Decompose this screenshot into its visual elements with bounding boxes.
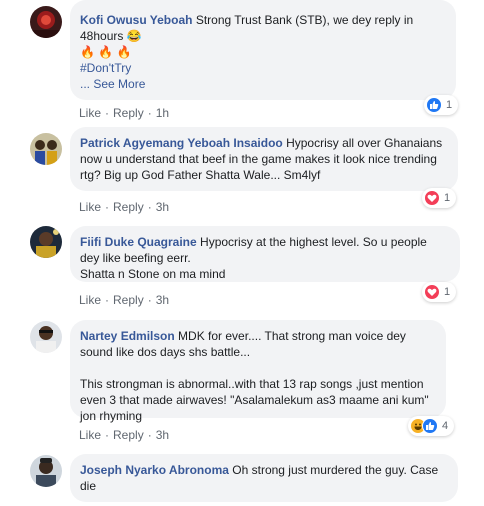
comment-time[interactable]: 3h [156,200,169,214]
reaction-summary[interactable]: 4 [408,416,455,436]
avatar[interactable] [30,6,62,38]
avatar[interactable] [30,226,62,258]
like-button[interactable]: Like [79,428,101,442]
comment-bubble: Patrick Agyemang Yeboah Insaidoo Hypocri… [70,127,458,191]
comment-bubble: Kofi Owusu Yeboah Strong Trust Bank (STB… [70,0,456,100]
avatar[interactable] [30,133,62,165]
love-icon [424,190,440,206]
reply-button[interactable]: Reply [113,428,144,442]
like-button[interactable]: Like [79,200,101,214]
separator: · [147,428,152,442]
comment-author[interactable]: Nartey Edmilson [80,329,175,343]
reaction-count: 4 [442,420,449,432]
avatar-image [30,455,62,487]
comment-text: This strongman is abnormal..with that 13… [80,377,429,423]
reply-button[interactable]: Reply [113,293,144,307]
like-button[interactable]: Like [79,293,101,307]
comment-hashtag[interactable]: #Don'tTry [80,60,444,76]
comment-author[interactable]: Joseph Nyarko Abronoma [80,463,229,477]
comment-bubble: Joseph Nyarko Abronoma Oh strong just mu… [70,454,458,502]
like-button[interactable]: Like [79,106,101,120]
comment-emoji-line: 🔥 🔥 🔥 [80,45,132,59]
separator: · [105,200,110,214]
avatar-image [30,6,62,38]
reaction-count: 1 [446,99,453,111]
comment-actions: Like · Reply · 3h [79,428,169,442]
like-icon [422,418,438,434]
love-icon [424,284,440,300]
comment-time[interactable]: 1h [156,106,169,120]
comment-time[interactable]: 3h [156,293,169,307]
separator: · [147,200,152,214]
comment-author[interactable]: Fiifi Duke Quagraine [80,235,197,249]
comment-time[interactable]: 3h [156,428,169,442]
comment-actions: Like · Reply · 1h [79,106,169,120]
avatar[interactable] [30,321,62,353]
reaction-summary[interactable]: 1 [422,282,457,302]
reply-button[interactable]: Reply [113,106,144,120]
separator: · [147,106,152,120]
comment-author[interactable]: Kofi Owusu Yeboah [80,13,192,27]
like-icon [426,97,442,113]
comment-bubble: Nartey Edmilson MDK for ever.... That st… [70,320,446,423]
reaction-count: 1 [444,192,451,204]
comment-actions: Like · Reply · 3h [79,293,169,307]
separator: · [105,293,110,307]
comment-actions: Like · Reply · 3h [79,200,169,214]
comment-text: Shatta n Stone on ma mind [80,267,226,281]
reply-button[interactable]: Reply [113,200,144,214]
comment-author[interactable]: Patrick Agyemang Yeboah Insaidoo [80,136,283,150]
see-more-link[interactable]: ... See More [80,76,444,92]
avatar-image [30,321,62,353]
comment-bubble: Fiifi Duke Quagraine Hypocrisy at the hi… [70,226,460,282]
separator: · [105,428,110,442]
avatar-image [30,226,62,258]
reaction-count: 1 [444,286,451,298]
reaction-summary[interactable]: 1 [422,188,457,208]
avatar[interactable] [30,455,62,487]
reaction-summary[interactable]: 1 [424,95,459,115]
separator: · [147,293,152,307]
avatar-image [30,133,62,165]
separator: · [105,106,110,120]
